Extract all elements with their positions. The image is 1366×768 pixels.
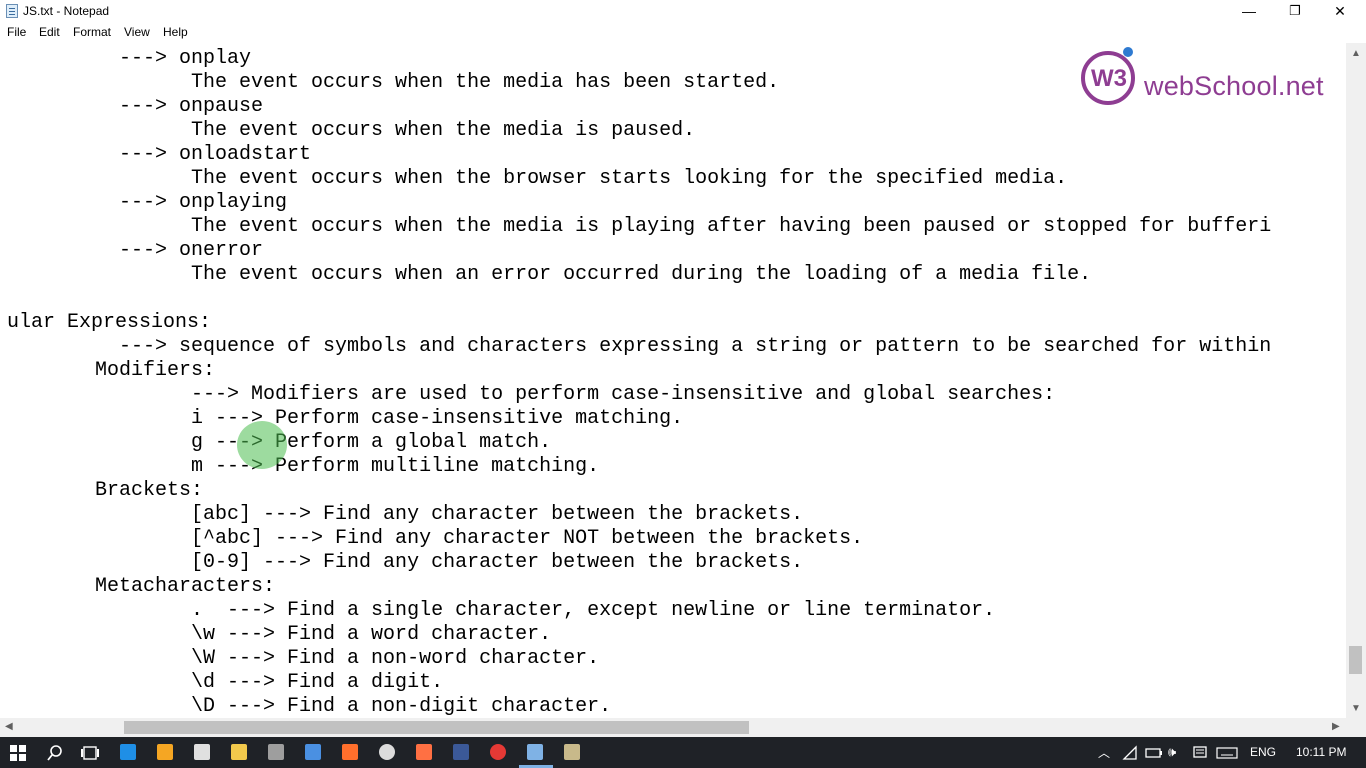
menu-view[interactable]: View <box>124 25 150 39</box>
horizontal-scroll-thumb[interactable] <box>124 721 749 734</box>
scroll-left-icon[interactable]: ◀ <box>5 721 13 732</box>
text-line: \D ---> Find a non-digit character. <box>23 695 612 718</box>
file-explorer-icon[interactable] <box>231 744 247 760</box>
menu-edit[interactable]: Edit <box>39 25 60 39</box>
message-icon[interactable] <box>1193 746 1207 760</box>
window-title: JS.txt - Notepad <box>23 4 110 18</box>
menu-format[interactable]: Format <box>73 25 111 39</box>
text-line: ular Expressions: <box>7 311 212 334</box>
clock[interactable]: 10:11 PM <box>1296 745 1346 759</box>
text-line: [0-9] ---> Find any character between th… <box>23 551 804 574</box>
logo-text: webSchool.net <box>1144 71 1324 101</box>
chrome-alt-icon[interactable] <box>379 744 395 760</box>
text-line: Metacharacters: <box>23 575 276 598</box>
text-line: m ---> Perform multiline matching. <box>23 455 600 478</box>
search-icon[interactable] <box>47 745 63 761</box>
store-icon[interactable] <box>194 744 210 760</box>
fox-icon[interactable] <box>416 744 432 760</box>
text-line: ---> onpause <box>23 95 264 118</box>
text-line: The event occurs when an error occurred … <box>23 263 1092 286</box>
scrollbar-corner <box>1346 718 1366 737</box>
title-bar: JS.txt - Notepad — ❐ ✕ <box>0 0 1366 22</box>
scroll-right-icon[interactable]: ▶ <box>1332 721 1340 732</box>
window-icon[interactable] <box>305 744 321 760</box>
text-line: \W ---> Find a non-word character. <box>23 647 600 670</box>
language-indicator[interactable]: ENG <box>1250 745 1276 759</box>
text-line: Modifiers: <box>23 359 216 382</box>
keyboard-icon[interactable] <box>1216 747 1238 759</box>
w3webschool-logo: W3 webSchool.net <box>1078 47 1338 113</box>
globe-icon <box>1123 47 1133 57</box>
text-line: The event occurs when the media has been… <box>23 71 780 94</box>
windows-start-icon[interactable] <box>10 745 26 761</box>
edge-icon[interactable] <box>120 744 136 760</box>
text-editor[interactable]: ---> onplay The event occurs when the me… <box>0 43 1346 718</box>
logo-mark: W3 <box>1091 65 1127 92</box>
minimize-button[interactable]: — <box>1226 0 1272 22</box>
scroll-up-icon[interactable]: ▲ <box>1351 48 1361 59</box>
close-button[interactable]: ✕ <box>1317 0 1363 22</box>
text-line: \w ---> Find a word character. <box>23 623 552 646</box>
text-line: ---> sequence of symbols and characters … <box>23 335 1272 358</box>
media-player-icon[interactable] <box>157 744 173 760</box>
text-line: \d ---> Find a digit. <box>23 671 444 694</box>
mouse-cursor-highlight <box>237 421 287 469</box>
battery-icon[interactable] <box>1145 747 1163 759</box>
text-line: ---> onplay <box>23 47 252 70</box>
maximize-button[interactable]: ❐ <box>1272 0 1318 22</box>
notepad-icon[interactable] <box>527 744 543 760</box>
task-view-icon[interactable] <box>80 745 100 761</box>
notepad-icon <box>6 4 18 18</box>
chevron-up-icon[interactable]: ︿ <box>1098 744 1110 761</box>
volume-icon[interactable]: 🕪 <box>1168 744 1176 760</box>
text-line: The event occurs when the browser starts… <box>23 167 1068 190</box>
film-icon[interactable] <box>268 744 284 760</box>
wifi-icon[interactable] <box>1122 745 1138 761</box>
scroll-down-icon[interactable]: ▼ <box>1351 703 1361 714</box>
vertical-scroll-thumb[interactable] <box>1349 646 1362 674</box>
facebook-icon[interactable] <box>453 744 469 760</box>
text-line: ---> Modifiers are used to perform case-… <box>23 383 1056 406</box>
text-line: Brackets: <box>23 479 204 502</box>
menu-file[interactable]: File <box>7 25 26 39</box>
text-line: The event occurs when the media is playi… <box>23 215 1272 238</box>
text-line: ---> onplaying <box>23 191 288 214</box>
text-line: g ---> Perform a global match. <box>23 431 552 454</box>
terminal-icon[interactable] <box>564 744 580 760</box>
text-line: [abc] ---> Find any character between th… <box>23 503 804 526</box>
text-line: i ---> Perform case-insensitive matching… <box>23 407 684 430</box>
vertical-scrollbar[interactable]: ▲ ▼ <box>1346 43 1366 718</box>
menu-help[interactable]: Help <box>163 25 188 39</box>
text-line: . ---> Find a single character, except n… <box>23 599 996 622</box>
text-line: ---> onerror <box>23 239 264 262</box>
menu-bar: File Edit Format View Help <box>0 22 1366 44</box>
text-line: ---> onloadstart <box>23 143 312 166</box>
chrome-icon[interactable] <box>490 744 506 760</box>
text-line: The event occurs when the media is pause… <box>23 119 696 142</box>
paint-icon[interactable] <box>342 744 358 760</box>
text-line: [^abc] ---> Find any character NOT betwe… <box>23 527 864 550</box>
